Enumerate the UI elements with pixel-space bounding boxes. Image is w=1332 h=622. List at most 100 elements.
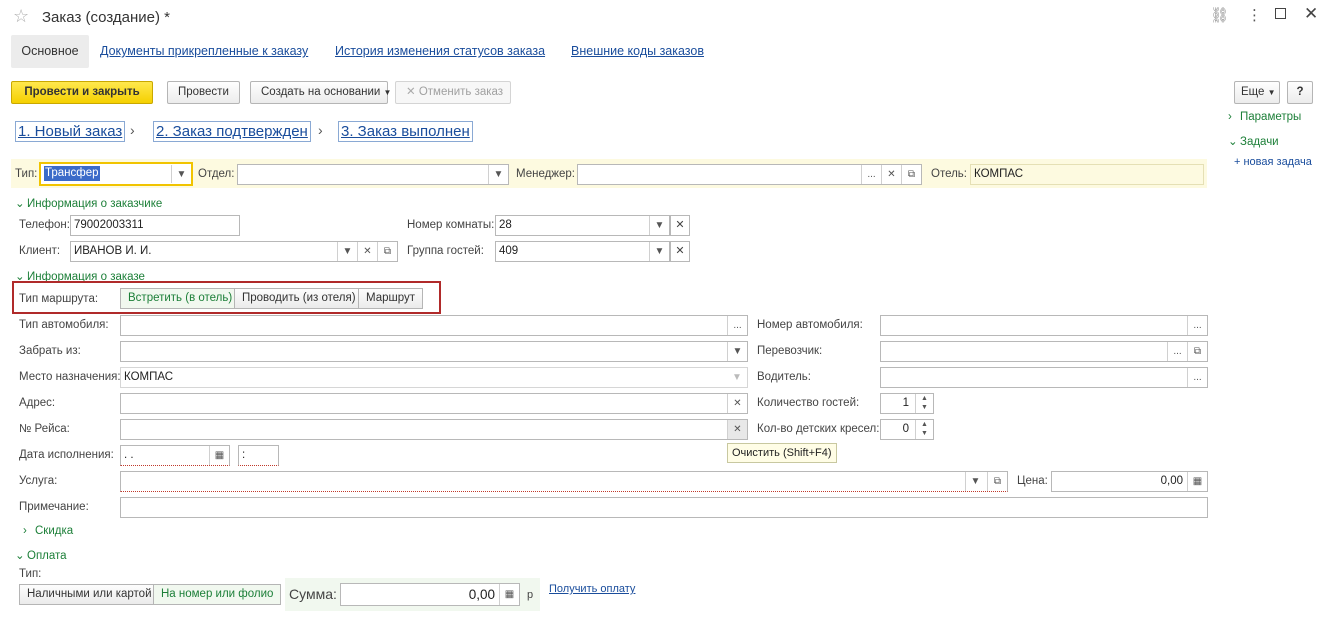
driver-field[interactable]: ... bbox=[880, 367, 1208, 388]
sum-field[interactable]: 0,00 ▦ bbox=[340, 583, 520, 606]
more-vertical-icon[interactable]: ⋮ bbox=[1247, 6, 1262, 24]
tab-external-codes[interactable]: Внешние коды заказов bbox=[571, 44, 704, 58]
phone-label: Телефон: bbox=[19, 219, 70, 231]
group-value: 409 bbox=[499, 245, 519, 257]
carrier-field[interactable]: ... ⧉ bbox=[880, 341, 1208, 362]
phone-field[interactable]: 79002003311 bbox=[70, 215, 240, 236]
spin-updown-icon[interactable]: ▲ ▼ bbox=[915, 394, 933, 413]
dropdown-arrow-icon[interactable]: ▼ bbox=[337, 242, 357, 261]
route-option-meet[interactable]: Встретить (в отель) bbox=[120, 288, 241, 309]
car-number-field[interactable]: ... bbox=[880, 315, 1208, 336]
note-field[interactable] bbox=[120, 497, 1208, 518]
open-form-icon[interactable]: ⧉ bbox=[377, 242, 397, 261]
room-field[interactable]: 28 ▼ bbox=[495, 215, 670, 236]
price-field[interactable]: 0,00 ▦ bbox=[1051, 471, 1208, 492]
child-seats-field[interactable]: 0 ▲ ▼ bbox=[880, 419, 934, 440]
choose-ellipsis-icon[interactable]: ... bbox=[861, 165, 881, 184]
payment-type-label: Тип: bbox=[19, 568, 42, 580]
step-arrow-icon: › bbox=[318, 122, 323, 138]
favorite-star-icon[interactable]: ☆ bbox=[13, 6, 29, 27]
price-label: Цена: bbox=[1017, 475, 1048, 487]
dropdown-arrow-icon[interactable]: ▼ bbox=[727, 342, 747, 361]
destination-value: КОМПАС bbox=[124, 371, 174, 383]
create-based-on-button[interactable]: Создать на основании ▼ bbox=[250, 81, 391, 104]
type-field[interactable]: Трансфер ▼ bbox=[39, 162, 193, 186]
cancel-order-label: Отменить заказ bbox=[418, 86, 504, 98]
date-field[interactable]: . . ▦ bbox=[120, 445, 230, 466]
help-button[interactable]: ? bbox=[1287, 81, 1313, 104]
dropdown-arrow-icon[interactable]: ▼ bbox=[171, 165, 191, 183]
chevron-right-icon: › bbox=[23, 525, 27, 537]
dropdown-arrow-icon[interactable]: ▼ bbox=[649, 242, 669, 261]
discount-section-toggle[interactable]: › Скидка bbox=[23, 525, 73, 537]
choose-ellipsis-icon[interactable]: ... bbox=[1187, 316, 1207, 335]
step-completed[interactable]: 3. Заказ выполнен bbox=[338, 121, 473, 142]
pickup-label: Забрать из: bbox=[19, 345, 81, 357]
service-field[interactable]: ▼ ⧉ bbox=[120, 471, 1008, 492]
group-field[interactable]: 409 ▼ bbox=[495, 241, 670, 262]
open-form-icon[interactable]: ⧉ bbox=[1187, 342, 1207, 361]
pickup-field[interactable]: ▼ bbox=[120, 341, 748, 362]
tab-attached-docs[interactable]: Документы прикрепленные к заказу bbox=[100, 44, 308, 58]
flight-field[interactable]: ✕ bbox=[120, 419, 748, 440]
address-field[interactable]: ✕ bbox=[120, 393, 748, 414]
more-button[interactable]: Еще ▼ bbox=[1234, 81, 1280, 104]
clear-x-icon[interactable]: ✕ bbox=[727, 420, 747, 439]
dropdown-arrow-icon[interactable]: ▼ bbox=[727, 368, 747, 387]
step-new-order[interactable]: 1. Новый заказ bbox=[15, 121, 126, 142]
child-seats-label: Кол-во детских кресел: bbox=[757, 423, 880, 435]
time-field[interactable]: : bbox=[238, 445, 279, 466]
route-option-see-off[interactable]: Проводить (из отеля) bbox=[234, 288, 364, 309]
choose-ellipsis-icon[interactable]: ... bbox=[1187, 368, 1207, 387]
choose-ellipsis-icon[interactable]: ... bbox=[1167, 342, 1187, 361]
tasks-toggle[interactable]: ⌄ Задачи bbox=[1228, 134, 1279, 148]
hotel-field: КОМПАС bbox=[970, 164, 1204, 185]
tab-main[interactable]: Основное bbox=[11, 35, 89, 68]
new-task-link[interactable]: + новая задача bbox=[1234, 156, 1312, 168]
car-type-field[interactable]: ... bbox=[120, 315, 748, 336]
get-payment-link[interactable]: Получить оплату bbox=[549, 583, 635, 595]
tab-status-history[interactable]: История изменения статусов заказа bbox=[335, 44, 545, 58]
post-button[interactable]: Провести bbox=[167, 81, 240, 104]
post-and-close-button[interactable]: Провести и закрыть bbox=[11, 81, 153, 104]
car-number-label: Номер автомобиля: bbox=[757, 319, 863, 331]
dropdown-arrow-icon[interactable]: ▼ bbox=[488, 165, 508, 184]
time-value: : bbox=[242, 449, 246, 461]
group-clear-button[interactable]: ✕ bbox=[670, 241, 690, 262]
maximize-icon[interactable] bbox=[1275, 8, 1286, 19]
open-form-icon[interactable]: ⧉ bbox=[901, 165, 921, 184]
destination-field[interactable]: КОМПАС ▼ bbox=[120, 367, 748, 388]
clear-x-icon[interactable]: ✕ bbox=[881, 165, 901, 184]
cancel-x-icon: ✕ bbox=[406, 86, 416, 98]
cancel-order-button[interactable]: ✕ Отменить заказ bbox=[395, 81, 511, 104]
calculator-icon[interactable]: ▦ bbox=[499, 584, 519, 605]
payment-option-cash-card[interactable]: Наличными или картой bbox=[19, 584, 160, 605]
guests-count-field[interactable]: 1 ▲ ▼ bbox=[880, 393, 934, 414]
clear-x-icon[interactable]: ✕ bbox=[727, 394, 747, 413]
choose-ellipsis-icon[interactable]: ... bbox=[727, 316, 747, 335]
date-value: . . bbox=[124, 449, 134, 461]
room-clear-button[interactable]: ✕ bbox=[670, 215, 690, 236]
route-option-route[interactable]: Маршрут bbox=[358, 288, 423, 309]
customer-section-toggle[interactable]: ⌄ Информация о заказчике bbox=[15, 196, 162, 210]
payment-option-room-folio[interactable]: На номер или фолио bbox=[153, 584, 282, 605]
manager-label: Менеджер: bbox=[516, 168, 575, 180]
payment-section-toggle[interactable]: ⌄ Оплата bbox=[15, 548, 67, 562]
dept-field[interactable]: ▼ bbox=[237, 164, 509, 185]
tasks-label: Задачи bbox=[1240, 136, 1279, 148]
destination-label: Место назначения: bbox=[19, 371, 121, 383]
open-form-icon[interactable]: ⧉ bbox=[987, 472, 1007, 491]
calculator-icon[interactable]: ▦ bbox=[1187, 472, 1207, 491]
calendar-icon[interactable]: ▦ bbox=[209, 446, 229, 465]
step-confirmed[interactable]: 2. Заказ подтвержден bbox=[153, 121, 311, 142]
clear-x-icon[interactable]: ✕ bbox=[357, 242, 377, 261]
client-field[interactable]: ИВАНОВ И. И. ▼ ✕ ⧉ bbox=[70, 241, 398, 262]
params-toggle[interactable]: › Параметры bbox=[1228, 111, 1301, 123]
dropdown-arrow-icon[interactable]: ▼ bbox=[965, 472, 985, 491]
dropdown-arrow-icon[interactable]: ▼ bbox=[649, 216, 669, 235]
manager-field[interactable]: ... ✕ ⧉ bbox=[577, 164, 922, 185]
room-value: 28 bbox=[499, 219, 512, 231]
spin-updown-icon[interactable]: ▲ ▼ bbox=[915, 420, 933, 439]
link-icon[interactable]: ⛓ bbox=[1210, 6, 1229, 24]
close-icon[interactable]: ✕ bbox=[1304, 4, 1318, 24]
